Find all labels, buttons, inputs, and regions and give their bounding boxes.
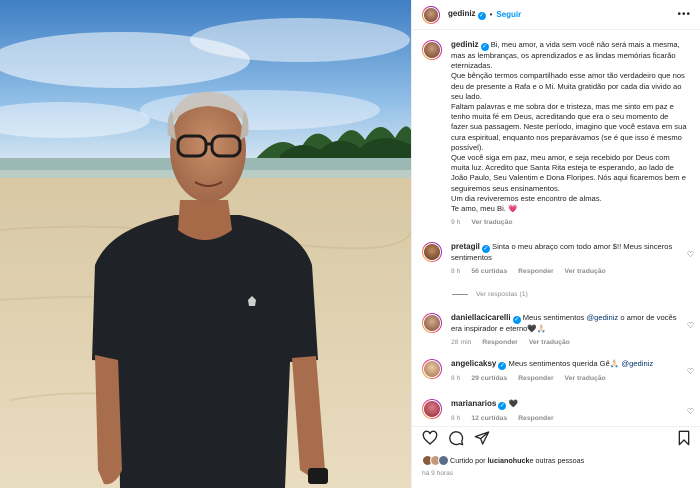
verified-badge-icon: ✓ xyxy=(512,316,521,324)
caption-line: Um dia reviveremos este encontro de alma… xyxy=(451,193,602,203)
translate-link[interactable]: Ver tradução xyxy=(565,375,606,382)
caption-avatar[interactable] xyxy=(422,40,442,60)
reply-button[interactable]: Responder xyxy=(518,375,554,382)
verified-badge-icon: ✓ xyxy=(498,362,507,370)
verified-badge-icon: ✓ xyxy=(477,12,486,20)
liked-by-user[interactable]: lucianohuck xyxy=(488,456,530,465)
beach-portrait-image xyxy=(0,0,411,488)
send-icon[interactable] xyxy=(474,430,490,446)
comment-time: 8 h xyxy=(451,415,461,422)
separator-dot: • xyxy=(489,10,493,19)
comment-item: angelicaksy ✓ Meus sentimentos querida Gê… xyxy=(422,359,694,384)
commenter-username[interactable]: marianarios xyxy=(451,399,496,408)
post-time-ago: há 9 horas xyxy=(422,470,454,477)
verified-badge-icon: ✓ xyxy=(481,245,490,253)
liked-by[interactable]: Curtido por lucianohuck e outras pessoas xyxy=(422,455,584,466)
view-replies-label[interactable]: Ver respostas (1) xyxy=(476,291,528,298)
verified-badge-icon: ✓ xyxy=(480,43,489,51)
post-actions: Curtido por lucianohuck e outras pessoas… xyxy=(412,426,700,488)
instagram-post: gediniz ✓ • Seguir ••• gediniz ✓ Bi, meu a… xyxy=(0,0,700,488)
commenter-username[interactable]: angelicaksy xyxy=(451,359,496,368)
liked-by-avatars xyxy=(422,455,449,466)
comment-text: Meus sentimentos xyxy=(522,313,587,322)
caption-time: 9 h xyxy=(451,219,461,227)
mention-link[interactable]: @gediniz xyxy=(621,359,653,368)
heart-icon[interactable] xyxy=(422,430,438,446)
caption-line: Faltam palavras e me sobra dor e tristez… xyxy=(451,102,687,152)
comment-text: 🖤 xyxy=(508,399,518,408)
comment-like-heart-icon[interactable]: ♡ xyxy=(687,250,694,259)
comment-time: 8 h xyxy=(451,268,461,276)
replies-divider xyxy=(452,293,468,295)
comment-like-heart-icon[interactable]: ♡ xyxy=(687,367,694,376)
caption-translate-link[interactable]: Ver tradução xyxy=(471,219,512,226)
comments-list[interactable]: gediniz ✓ Bi, meu amor, a vida sem você n… xyxy=(412,31,700,426)
post-caption: gediniz ✓ Bi, meu amor, a vida sem você n… xyxy=(422,40,694,228)
caption-username[interactable]: gediniz xyxy=(451,40,479,49)
caption-line: Que bênção termos compartilhado esse amo… xyxy=(451,71,685,101)
caption-line: Te amo, meu Bi. 💗 xyxy=(451,204,518,214)
liked-by-prefix: Curtido por xyxy=(450,456,486,465)
mention-link[interactable]: @gediniz xyxy=(586,313,618,322)
reply-button[interactable]: Responder xyxy=(518,415,554,422)
reply-button[interactable]: Responder xyxy=(482,339,518,346)
post-photo[interactable] xyxy=(0,0,411,488)
post-header: gediniz ✓ • Seguir ••• xyxy=(412,0,700,30)
commenter-avatar[interactable] xyxy=(422,399,442,419)
comment-icon[interactable] xyxy=(448,430,464,446)
author-username[interactable]: gediniz xyxy=(448,9,476,18)
verified-badge-icon: ✓ xyxy=(498,402,507,410)
view-replies-button[interactable]: Ver respostas (1) xyxy=(452,291,528,298)
comment-likes[interactable]: 12 curtidas xyxy=(471,415,507,422)
reply-button[interactable]: Responder xyxy=(518,268,554,275)
post-panel: gediniz ✓ • Seguir ••• gediniz ✓ Bi, meu a… xyxy=(411,0,700,488)
author-avatar[interactable] xyxy=(422,5,440,24)
more-options-icon[interactable]: ••• xyxy=(677,9,691,20)
liked-by-suffix: e outras pessoas xyxy=(529,456,585,465)
bookmark-icon[interactable] xyxy=(676,430,692,446)
comment-likes[interactable]: 29 curtidas xyxy=(471,375,507,382)
comment-like-heart-icon[interactable]: ♡ xyxy=(687,407,694,416)
comment-likes[interactable]: 56 curtidas xyxy=(471,268,507,275)
commenter-username[interactable]: daniellacicarelli xyxy=(451,313,511,322)
comment-item: daniellacicarelli ✓ Meus sentimentos @ged… xyxy=(422,313,694,348)
commenter-avatar[interactable] xyxy=(422,242,442,262)
comment-item: marianarios ✓ 🖤 8 h 12 curtidas Responder… xyxy=(422,399,694,424)
caption-line: Que você siga em paz, meu amor, e seja r… xyxy=(451,153,686,193)
comment-time: 8 h xyxy=(451,375,461,382)
commenter-username[interactable]: pretagil xyxy=(451,242,480,251)
comment-text: Meus sentimentos querida Gê🙏🏻 xyxy=(508,359,622,368)
commenter-avatar[interactable] xyxy=(422,313,442,333)
translate-link[interactable]: Ver tradução xyxy=(565,268,606,275)
comment-item: pretagil ✓ Sinta o meu abraço com todo am… xyxy=(422,242,694,277)
comment-like-heart-icon[interactable]: ♡ xyxy=(687,321,694,330)
translate-link[interactable]: Ver tradução xyxy=(529,339,570,346)
commenter-avatar[interactable] xyxy=(422,359,442,379)
follow-button[interactable]: Seguir xyxy=(496,10,521,19)
comment-time: 28 min xyxy=(451,339,472,347)
